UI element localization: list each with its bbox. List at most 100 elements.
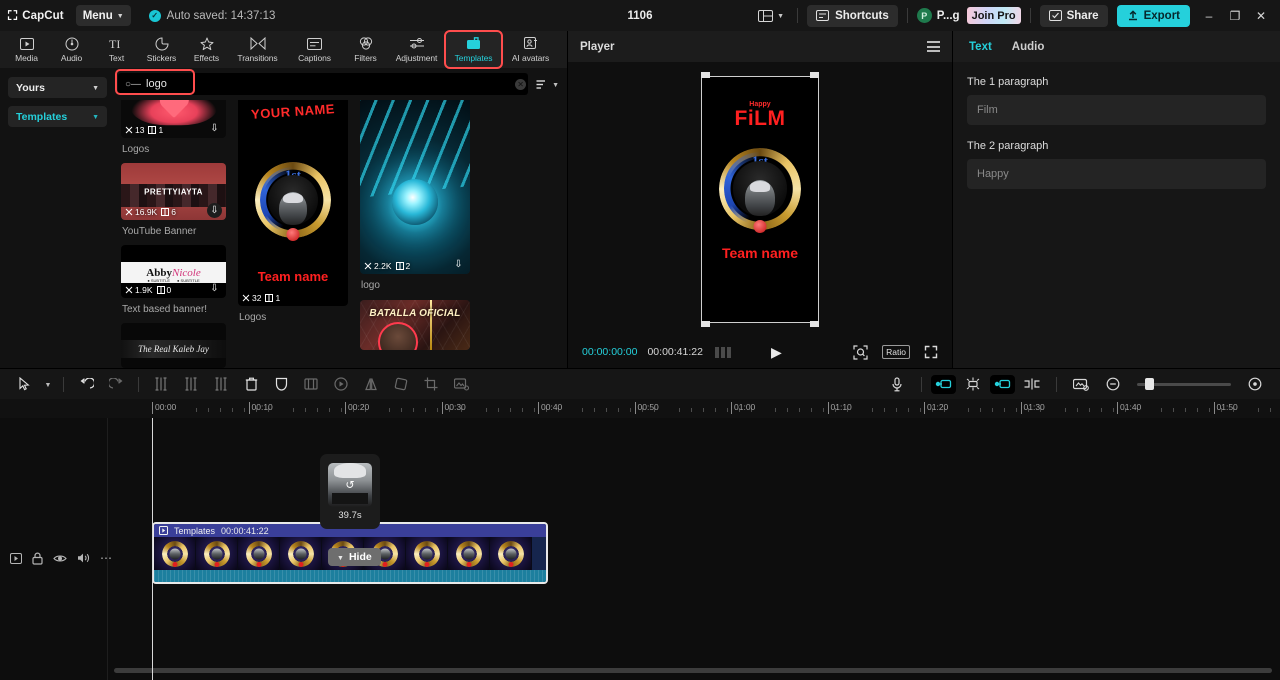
search-input[interactable] xyxy=(146,78,515,90)
close-button[interactable]: ✕ xyxy=(1248,4,1274,28)
resize-handle[interactable] xyxy=(701,321,710,327)
download-icon[interactable]: ⇩ xyxy=(207,203,222,218)
split-tool[interactable] xyxy=(146,372,176,396)
tab-adjustment[interactable]: Adjustment xyxy=(388,31,445,68)
uses-count: 1.9K xyxy=(135,285,153,295)
hide-button[interactable]: ▼ Hide xyxy=(328,548,381,566)
preview-text-film: FiLM xyxy=(702,107,818,131)
paragraph-2-input[interactable]: Happy xyxy=(967,159,1266,189)
preview-canvas[interactable]: Happy FiLM 1st Team name xyxy=(702,77,818,322)
more-icon[interactable]: ⋯ xyxy=(100,551,113,565)
timeline-clip[interactable]: Templates 00:00:41:22 ▼ Hi xyxy=(152,522,548,584)
category-yours[interactable]: Yours ▼ xyxy=(8,77,107,98)
redo-tool[interactable] xyxy=(101,372,131,396)
template-card[interactable]: YOUR NAME 1st xyxy=(238,100,348,306)
tab-audio-panel[interactable]: Audio xyxy=(1012,41,1045,53)
freeze-tool[interactable] xyxy=(296,372,326,396)
menu-label: Menu xyxy=(83,10,113,22)
select-tool[interactable] xyxy=(10,372,40,396)
paragraph-1-input[interactable]: Film xyxy=(967,95,1266,125)
medal-art: 1st xyxy=(255,162,331,238)
minimize-button[interactable]: – xyxy=(1196,4,1222,28)
template-card[interactable]: BATALLA OFICIAL xyxy=(360,300,470,350)
ratio-button[interactable]: Ratio xyxy=(882,345,910,359)
tool-dropdown[interactable]: ▼ xyxy=(40,372,56,396)
category-templates[interactable]: Templates ▼ xyxy=(8,106,107,127)
share-button[interactable]: Share xyxy=(1040,5,1108,27)
tab-captions[interactable]: Captions xyxy=(286,31,343,68)
template-card[interactable]: 2.2K 2 ⇩ xyxy=(360,100,470,274)
tab-media[interactable]: Media xyxy=(4,31,49,68)
reverse-tool[interactable] xyxy=(326,372,356,396)
zoom-out-tool[interactable] xyxy=(1098,372,1128,396)
player-panel: Player Happy FiLM 1st xyxy=(568,31,953,368)
trim-right-tool[interactable] xyxy=(206,372,236,396)
tab-text[interactable]: TI Text xyxy=(94,31,139,68)
timeline-ruler[interactable]: 00:0000:1000:2000:3000:4000:5001:0001:10… xyxy=(0,399,1280,418)
stickers-icon xyxy=(155,37,169,51)
export-button[interactable]: Export xyxy=(1117,5,1190,27)
tab-stickers[interactable]: Stickers xyxy=(139,31,184,68)
zoom-in-tool[interactable] xyxy=(1240,372,1270,396)
template-browser: Yours ▼ Templates ▼ ○— ✕ xyxy=(0,68,567,368)
clear-search-icon[interactable]: ✕ xyxy=(515,79,526,90)
account-button[interactable]: P P...g xyxy=(917,8,960,23)
maximize-button[interactable]: ❐ xyxy=(1222,4,1248,28)
template-card[interactable]: AbbyNicole ● SUBTITLE● SUBTITLE 1.9K xyxy=(121,245,226,298)
layout-button[interactable]: ▼ xyxy=(754,8,788,24)
resize-handle[interactable] xyxy=(810,321,819,327)
crop-tool[interactable] xyxy=(416,372,446,396)
mask-tool[interactable] xyxy=(266,372,296,396)
zoom-preview-icon[interactable] xyxy=(853,345,868,360)
magnet-tool[interactable] xyxy=(958,372,988,396)
tab-effects[interactable]: Effects xyxy=(184,31,229,68)
template-card[interactable]: 13 1 ⇩ xyxy=(121,100,226,138)
preview-mode-tool[interactable] xyxy=(1066,372,1096,396)
fullscreen-icon[interactable] xyxy=(924,345,938,359)
tab-text-panel[interactable]: Text xyxy=(969,41,992,53)
ruler-minor-tick xyxy=(341,408,342,412)
rotate-tool[interactable] xyxy=(386,372,416,396)
mirror-tool[interactable] xyxy=(356,372,386,396)
resize-handle[interactable] xyxy=(810,72,819,78)
record-voiceover-tool[interactable] xyxy=(882,372,912,396)
zoom-slider-knob[interactable] xyxy=(1145,378,1154,390)
tab-templates[interactable]: Templates xyxy=(445,31,502,68)
auto-fit-tool[interactable] xyxy=(931,375,956,394)
delete-tool[interactable] xyxy=(236,372,266,396)
trim-left-tool[interactable] xyxy=(176,372,206,396)
shortcuts-button[interactable]: Shortcuts xyxy=(807,5,898,27)
lock-icon[interactable] xyxy=(32,552,43,565)
eye-icon[interactable] xyxy=(53,553,67,564)
ruler-minor-tick xyxy=(1065,408,1066,412)
paragraph-1-label: The 1 paragraph xyxy=(967,76,1266,88)
resize-handle[interactable] xyxy=(701,72,710,78)
player-menu-icon[interactable] xyxy=(927,41,940,52)
join-pro-button[interactable]: Join Pro xyxy=(967,7,1021,24)
ruler-minor-tick xyxy=(208,408,209,412)
adsorb-tool[interactable] xyxy=(1017,372,1047,396)
track-header: ⋯ xyxy=(0,418,108,680)
undo-tool[interactable] xyxy=(71,372,101,396)
download-icon[interactable]: ⇩ xyxy=(207,281,222,296)
ruler-minor-tick xyxy=(775,408,776,412)
uses-stat: 2.2K xyxy=(364,261,392,271)
menu-button[interactable]: Menu ▼ xyxy=(76,5,131,26)
zoom-slider[interactable] xyxy=(1137,383,1231,386)
tab-transitions[interactable]: Transitions xyxy=(229,31,286,68)
timeline-scrollbar[interactable] xyxy=(114,668,1272,673)
download-icon[interactable]: ⇩ xyxy=(451,257,466,272)
playhead[interactable] xyxy=(152,418,153,680)
track-toggle-icon[interactable] xyxy=(10,553,22,564)
play-button[interactable]: ▶ xyxy=(771,344,782,361)
tab-filters[interactable]: Filters xyxy=(343,31,388,68)
remove-bg-tool[interactable] xyxy=(446,372,476,396)
mute-icon[interactable] xyxy=(77,552,90,564)
tab-ai-avatars[interactable]: AI avatars xyxy=(502,31,559,68)
sort-button[interactable]: ▼ xyxy=(536,79,559,90)
template-card[interactable]: PRETTYIAYTA 16.9K 6 xyxy=(121,163,226,219)
link-av-tool[interactable] xyxy=(990,375,1015,394)
template-card[interactable]: The Real Kaleb Jay xyxy=(121,323,226,368)
ruler-minor-tick xyxy=(389,408,390,412)
tab-audio[interactable]: Audio xyxy=(49,31,94,68)
